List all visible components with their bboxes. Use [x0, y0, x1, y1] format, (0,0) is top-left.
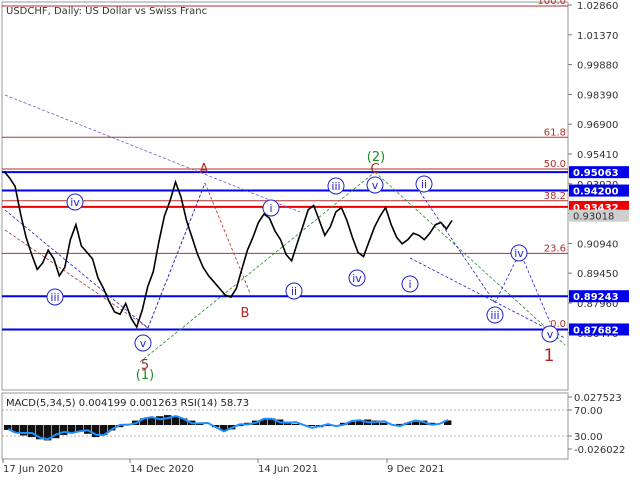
- date-tick-label: 14 Jun 2021: [258, 464, 318, 475]
- description-label: US Dollar vs Swiss Franc: [85, 6, 207, 17]
- price-tick-label: 1.01370: [577, 31, 618, 42]
- indicator-tick-label: 30.00: [574, 432, 603, 443]
- macd-bar: [292, 423, 300, 425]
- indicator-label: MACD(5,34,5) 0.004199 0.001263 RSI(14) 5…: [6, 398, 249, 409]
- wave-label: iv: [352, 272, 362, 285]
- level-price-label: 0.87682: [573, 325, 619, 336]
- price-tick-label: 0.99880: [577, 61, 618, 72]
- wave-label: ii: [291, 285, 297, 298]
- price-tick-label: 0.96900: [577, 120, 618, 131]
- wave-label: iv: [514, 247, 524, 260]
- fib-level-label: 38.2: [544, 191, 566, 202]
- indicator-tick-label: 0.027523: [574, 393, 622, 404]
- wave-label: B: [241, 306, 250, 321]
- wave-label: v: [140, 337, 147, 350]
- wave-label: i: [408, 278, 411, 291]
- date-tick-label: 9 Dec 2021: [387, 464, 445, 475]
- fib-level-label: 23.6: [544, 243, 566, 254]
- wave-label: v: [372, 179, 379, 192]
- date-axis: 17 Jun 2020 14 Dec 2020 14 Jun 2021 9 Dec 2…: [2, 459, 445, 475]
- price-tick-label: 0.98390: [577, 90, 618, 101]
- wave-label: i: [269, 202, 272, 215]
- wave-label: ii: [421, 178, 427, 191]
- price-tick-label: 1.02860: [577, 1, 618, 12]
- date-tick-label: 17 Jun 2020: [3, 464, 63, 475]
- level-price-label: 0.95063: [573, 168, 619, 179]
- indicator-tick-label: 70.00: [574, 406, 603, 417]
- timeframe-label: Daily: [54, 6, 79, 17]
- level-price-label: 0.89243: [573, 292, 619, 303]
- wave-label: iii: [490, 309, 499, 322]
- wave-label: iv: [70, 196, 80, 209]
- indicator-tick-label: -0.026022: [574, 445, 625, 456]
- level-price-label: 0.94200: [573, 187, 619, 198]
- symbol-label: USDCHF: [6, 6, 48, 17]
- chart-header: USDCHF, Daily: US Dollar vs Swiss Franc: [6, 6, 207, 17]
- wave-label: 1: [544, 346, 555, 366]
- wave-label: (1): [136, 368, 154, 383]
- chart: 100.061.850.038.223.60.0 ABC5(1)(2)1ivii…: [1, 0, 629, 475]
- fib-level-label: 61.8: [544, 127, 566, 138]
- date-tick-label: 14 Dec 2020: [130, 464, 194, 475]
- price-tick-label: 0.89450: [577, 269, 618, 280]
- wave-label: iii: [331, 180, 340, 193]
- wave-label: iii: [50, 291, 59, 304]
- wave-label: v: [547, 328, 554, 341]
- fib-level-label: 50.0: [544, 159, 566, 170]
- main-plot-frame: [1, 1, 569, 391]
- fib-level-label: 100.0: [537, 0, 566, 7]
- wave-label: A: [200, 162, 209, 177]
- current-price-label: 0.93018: [573, 212, 614, 223]
- price-tick-label: 0.95410: [577, 150, 618, 161]
- wave-label: (2): [367, 150, 385, 165]
- price-tick-label: 0.90940: [577, 239, 618, 250]
- price-label-boxes: 0.950630.942000.934320.892430.876820.930…: [569, 166, 629, 336]
